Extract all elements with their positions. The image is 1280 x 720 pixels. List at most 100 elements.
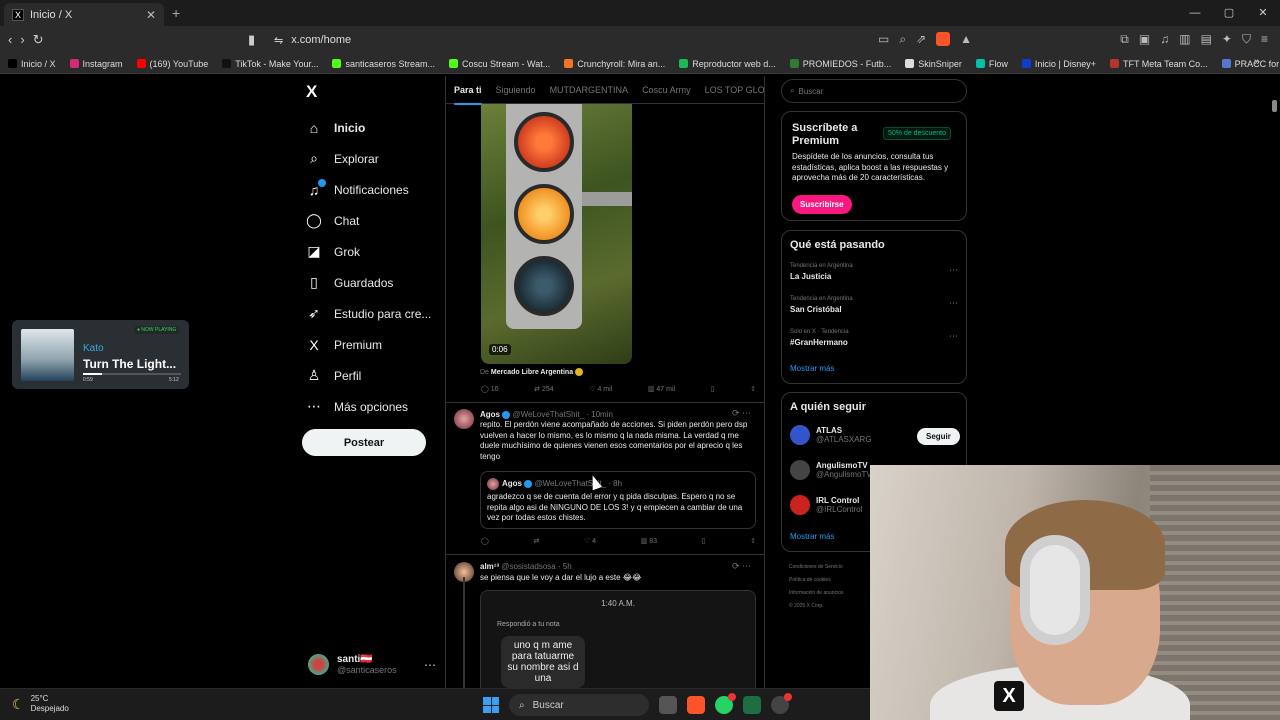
author-name[interactable]: alm¹³ <box>480 562 499 571</box>
bookmarks-overflow-icon[interactable]: » <box>1254 56 1260 68</box>
menu-icon[interactable]: ≡ <box>1261 32 1268 47</box>
maximize-button[interactable]: ▢ <box>1212 0 1246 26</box>
now-playing-widget[interactable]: ● NOW PLAYING Kato Turn The Light... 0:5… <box>12 320 189 389</box>
tab-close-icon[interactable]: ✕ <box>146 8 156 22</box>
follow-suggestion[interactable]: IRL Control @IRLControl <box>790 495 862 515</box>
steam-icon[interactable] <box>771 693 792 714</box>
brave-rewards-icon[interactable]: ▲ <box>960 32 972 47</box>
screenshot-icon[interactable]: ▣ <box>1139 32 1150 47</box>
bookmark-item[interactable]: Reproductor web d... <box>679 59 776 69</box>
bookmark-item[interactable]: Inicio | Disney+ <box>1021 59 1096 69</box>
cast-icon[interactable]: ▭ <box>878 32 889 47</box>
account-switcher[interactable]: santi🇦🇹 @santicaseros ⋯ <box>308 654 436 675</box>
author-handle[interactable]: @WeLoveThatShit_ · 10min <box>512 410 612 419</box>
taskbar-search[interactable]: ⌕ Buscar <box>509 694 649 716</box>
start-button[interactable] <box>483 697 499 713</box>
trend-more-icon[interactable]: ⋯ <box>949 265 958 276</box>
scrollbar[interactable] <box>1272 100 1277 112</box>
bookmark-item[interactable]: SkinSniper <box>905 59 962 69</box>
site-info-icon[interactable]: ⇋ <box>274 34 283 47</box>
bookmark-item[interactable]: Coscu Stream - Wat... <box>449 59 550 69</box>
nav-item-notificaciones[interactable]: ♫ Notificaciones <box>306 174 431 205</box>
leo-icon[interactable]: ✦ <box>1222 32 1232 47</box>
follow-button[interactable]: Seguir <box>917 428 960 445</box>
brave-icon[interactable] <box>687 696 705 714</box>
reply-button[interactable]: ◯ 16 <box>481 385 499 393</box>
forward-icon[interactable]: › <box>20 32 24 48</box>
search-input[interactable]: ⌕ Buscar <box>781 79 967 103</box>
x-logo[interactable]: X <box>306 82 317 102</box>
bookmark-item[interactable]: Flow <box>975 59 1008 69</box>
extensions-icon[interactable]: ⧉ <box>1120 32 1129 47</box>
follow-suggestion[interactable]: ATLAS @ATLASXARG <box>790 425 872 445</box>
back-icon[interactable]: ‹ <box>8 32 12 48</box>
media-icon[interactable]: ♫ <box>1160 32 1169 47</box>
like-button[interactable]: ♡ 4 mil <box>589 385 612 393</box>
nav-item-estudio-para-cre[interactable]: ➶ Estudio para cre... <box>306 298 431 329</box>
avatar[interactable] <box>454 409 474 429</box>
zoom-icon[interactable]: ⌕ <box>899 32 906 47</box>
nav-item-m-s-opciones[interactable]: ⋯ Más opciones <box>306 391 431 422</box>
nav-item-chat[interactable]: ◯ Chat <box>306 205 431 236</box>
nav-item-inicio[interactable]: ⌂ Inicio <box>306 112 431 143</box>
views-button[interactable]: ▥ 83 <box>641 537 657 545</box>
bookmark-item[interactable]: Inicio / X <box>8 59 56 69</box>
post-more-icon[interactable]: ⟳ ⋯ <box>732 408 751 419</box>
trend-more-icon[interactable]: ⋯ <box>949 298 958 309</box>
repost-button[interactable]: ⇄ 254 <box>534 385 554 393</box>
share-button[interactable]: ⇧ <box>750 385 756 393</box>
share-icon[interactable]: ⇗ <box>916 32 926 47</box>
nav-item-premium[interactable]: X Premium <box>306 329 431 360</box>
footer-link[interactable]: Información de anuncios <box>789 587 879 600</box>
close-window-button[interactable]: ✕ <box>1246 0 1280 26</box>
bookmark-item[interactable]: TFT Meta Team Co... <box>1109 59 1208 69</box>
nav-item-guardados[interactable]: ▯ Guardados <box>306 267 431 298</box>
brave-shields-icon[interactable] <box>936 32 951 46</box>
bookmark-item[interactable]: (169) YouTube <box>136 59 208 69</box>
post-button[interactable]: Postear <box>302 429 426 456</box>
bookmark-item[interactable]: PRACC for Counter-... <box>1221 59 1280 69</box>
bookmark-button[interactable]: ▯ <box>711 385 715 393</box>
reply-button[interactable]: ◯ <box>481 537 489 545</box>
share-button[interactable]: ⇧ <box>750 537 756 545</box>
url-field[interactable]: ⇋ x.com/home <box>268 30 868 50</box>
author-name[interactable]: Agos <box>480 410 500 419</box>
footer-link[interactable]: Política de cookies <box>789 574 879 587</box>
timeline-tab[interactable]: LOS TOP GLOBAL <box>705 85 764 95</box>
author-handle[interactable]: @sosistadsosa · 5h <box>501 562 571 571</box>
minimize-button[interactable]: — <box>1178 0 1212 26</box>
vpn-icon[interactable]: ⛉ <box>1242 32 1251 47</box>
nav-item-perfil[interactable]: ♙ Perfil <box>306 360 431 391</box>
timeline-tab[interactable]: Siguiendo <box>496 85 536 95</box>
new-tab-button[interactable]: + <box>172 5 180 21</box>
trend-item[interactable]: Tendencia en Argentina San Cristóbal <box>790 296 853 314</box>
subscribe-button[interactable]: Suscribirse <box>792 195 852 214</box>
footer-link[interactable]: Condiciones de Servicio <box>789 561 879 574</box>
weather-widget[interactable]: ☾ 25°C Despejado <box>12 694 69 714</box>
app-icon[interactable] <box>743 696 761 714</box>
trend-item[interactable]: Tendencia en Argentina La Justicia <box>790 263 853 281</box>
bookmark-item[interactable]: santicaseros Stream... <box>332 59 435 69</box>
bookmark-button[interactable]: ▯ <box>702 537 706 545</box>
account-more-icon[interactable]: ⋯ <box>424 658 436 672</box>
bookmark-item[interactable]: PROMIEDOS - Futb... <box>789 59 891 69</box>
nav-item-grok[interactable]: ◪ Grok <box>306 236 431 267</box>
trend-more-icon[interactable]: ⋯ <box>949 331 958 342</box>
reload-icon[interactable]: ↻ <box>33 32 44 48</box>
bookmark-item[interactable]: TikTok - Make Your... <box>222 59 318 69</box>
bookmark-item[interactable]: Instagram <box>69 59 123 69</box>
trend-item[interactable]: Solo en X · Tendencia #GranHermano <box>790 329 849 347</box>
post-image[interactable]: 1:40 A.M. Respondió a tu nota uno q m am… <box>480 590 756 688</box>
show-more-trends[interactable]: Mostrar más <box>790 364 834 373</box>
file-explorer-icon[interactable] <box>659 696 677 714</box>
sidebar-icon[interactable]: ▥ <box>1179 32 1190 47</box>
wallet-icon[interactable]: ▤ <box>1201 32 1212 47</box>
show-more-follow[interactable]: Mostrar más <box>790 532 834 541</box>
timeline-tab[interactable]: MUTDARGENTINA <box>550 85 629 95</box>
whatsapp-icon[interactable] <box>715 693 736 714</box>
bookmark-page-icon[interactable]: ▮ <box>248 32 255 48</box>
views-button[interactable]: ▥ 47 mil <box>648 385 675 393</box>
video-source[interactable]: De Mercado Libre Argentina <box>480 368 584 376</box>
bookmark-item[interactable]: Crunchyroll: Mira an... <box>564 59 665 69</box>
follow-suggestion[interactable]: AngulismoTV @AngulismoTV <box>790 460 872 480</box>
